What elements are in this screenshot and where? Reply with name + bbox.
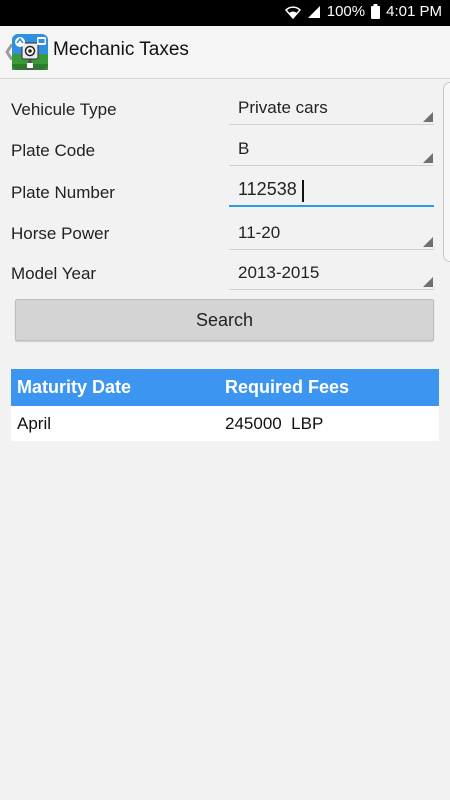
- app-title: Mechanic Taxes: [53, 39, 189, 60]
- maturity-date-cell: April: [17, 414, 52, 433]
- search-button[interactable]: Search: [15, 299, 434, 341]
- horse-power-value: 11-20: [238, 223, 281, 242]
- table-header: Maturity Date Required Fees: [11, 369, 439, 406]
- horse-power-label: Horse Power: [11, 224, 110, 243]
- dropdown-triangle-icon: [423, 153, 433, 163]
- vehicle-type-value: Private cars: [238, 98, 328, 117]
- scroll-indicator: [443, 82, 450, 262]
- vehicle-type-label: Vehicule Type: [11, 100, 117, 119]
- signal-icon: [307, 5, 321, 19]
- vehicle-type-spinner[interactable]: Private cars: [229, 98, 434, 125]
- plate-code-spinner[interactable]: B: [229, 139, 434, 166]
- results-table: Maturity Date Required Fees April 245000…: [11, 369, 439, 441]
- app-logo-icon[interactable]: [12, 34, 48, 70]
- horse-power-spinner[interactable]: 11-20: [229, 223, 434, 250]
- required-fees-cell: 245000 LBP: [225, 414, 324, 433]
- column-header-maturity-date: Maturity Date: [17, 377, 132, 397]
- plate-number-value: 112538: [238, 179, 297, 199]
- dropdown-triangle-icon: [423, 237, 433, 247]
- plate-code-label: Plate Code: [11, 141, 96, 160]
- battery-icon: [371, 4, 381, 19]
- model-year-spinner[interactable]: 2013-2015: [229, 263, 434, 290]
- dropdown-triangle-icon: [423, 277, 433, 287]
- app-bar: ❮ Mechanic Taxes: [0, 26, 450, 79]
- model-year-value: 2013-2015: [238, 263, 320, 282]
- dropdown-triangle-icon: [423, 112, 433, 122]
- plate-code-value: B: [238, 139, 250, 158]
- wifi-icon: [284, 5, 301, 19]
- table-row: April 245000 LBP: [11, 406, 439, 441]
- status-time: 4:01 PM: [386, 3, 442, 20]
- column-header-required-fees: Required Fees: [225, 377, 350, 397]
- battery-percent: 100%: [326, 3, 366, 20]
- text-cursor: [302, 180, 304, 202]
- model-year-label: Model Year: [11, 264, 97, 283]
- status-bar: 100% 4:01 PM: [0, 0, 450, 26]
- plate-number-input[interactable]: 112538: [229, 179, 434, 207]
- main-content: Vehicule Type Private cars Plate Code B …: [0, 79, 450, 800]
- status-icons: 100% 4:01 PM: [284, 3, 442, 20]
- plate-number-label: Plate Number: [11, 183, 115, 202]
